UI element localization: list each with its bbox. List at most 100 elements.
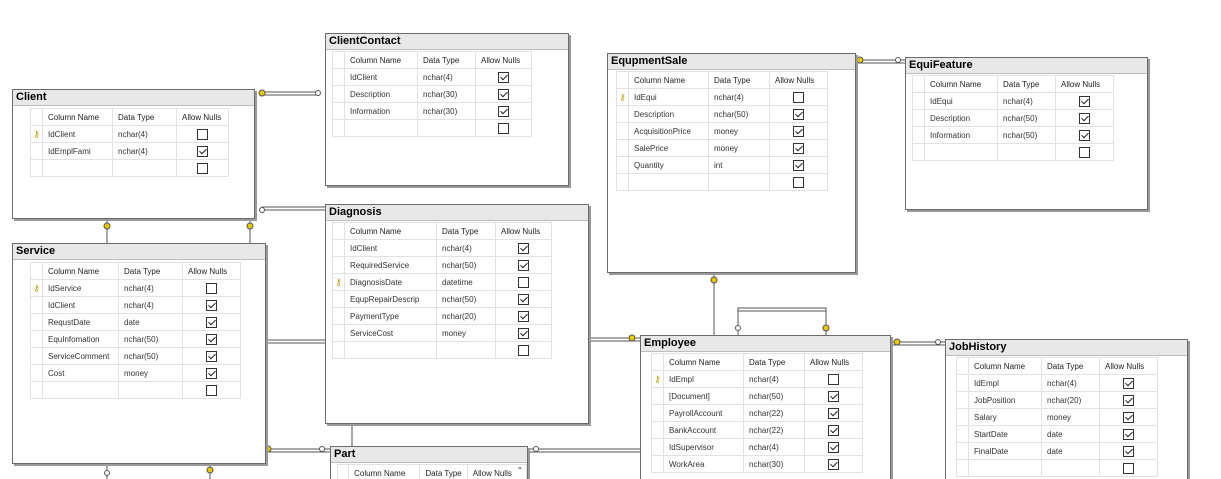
table-row[interactable]: RequstDate date <box>30 313 241 331</box>
table-row[interactable]: IdClient nchar(4) <box>30 296 241 314</box>
data-type[interactable]: nchar(4) <box>118 279 183 297</box>
column-name[interactable]: Information <box>344 102 418 120</box>
column-name[interactable]: ServiceCost <box>344 324 437 342</box>
data-type[interactable] <box>118 381 183 399</box>
allow-nulls-checkbox[interactable] <box>828 390 839 402</box>
column-name[interactable] <box>42 381 119 399</box>
data-type[interactable]: nchar(20) <box>1041 391 1100 409</box>
column-name[interactable] <box>344 119 418 137</box>
column-name[interactable]: Salary <box>968 408 1042 426</box>
data-type[interactable]: nchar(4) <box>112 142 177 160</box>
table-title[interactable]: Service <box>13 244 265 260</box>
allow-nulls-checkbox[interactable] <box>1123 377 1134 389</box>
data-type[interactable] <box>997 143 1056 161</box>
allow-nulls-checkbox[interactable] <box>206 282 217 294</box>
table-row[interactable]: IdSupervisor nchar(4) <box>651 438 863 456</box>
column-name[interactable]: RequstDate <box>42 313 119 331</box>
allow-nulls-checkbox[interactable] <box>197 128 208 140</box>
data-type[interactable]: nchar(4) <box>1041 374 1100 392</box>
allow-nulls-checkbox[interactable] <box>1079 146 1090 158</box>
column-name[interactable]: IdSupervisor <box>663 438 744 456</box>
table-title[interactable]: EqupmentSale <box>608 54 855 70</box>
allow-nulls-checkbox[interactable] <box>518 310 529 322</box>
allow-nulls-checkbox[interactable] <box>1079 129 1090 141</box>
data-type[interactable]: nchar(30) <box>417 102 476 120</box>
table-equipmentsale[interactable]: EqupmentSale Column Name Data Type Allow Nu… <box>607 53 856 273</box>
table-row[interactable]: Description nchar(50) <box>912 109 1114 127</box>
data-type[interactable]: nchar(4) <box>708 88 770 106</box>
allow-nulls-checkbox[interactable] <box>498 105 509 117</box>
data-type[interactable]: money <box>708 139 770 157</box>
data-type[interactable]: nchar(4) <box>743 438 805 456</box>
table-row[interactable]: ⚷ IdClient nchar(4) <box>30 125 229 143</box>
data-type[interactable]: money <box>436 324 496 342</box>
table-row[interactable]: PayrollAccount nchar(22) <box>651 404 863 422</box>
table-row[interactable] <box>332 341 552 359</box>
data-type[interactable]: nchar(22) <box>743 421 805 439</box>
table-row[interactable]: EquInfomation nchar(50) <box>30 330 241 348</box>
data-type[interactable] <box>436 341 496 359</box>
column-grid[interactable]: Column Name Data Type Allow Nulls ⚷ IdClient… <box>30 108 229 177</box>
allow-nulls-checkbox[interactable] <box>1123 428 1134 440</box>
table-diagnosis[interactable]: Diagnosis Column Name Data Type Allow Nulls… <box>325 204 589 424</box>
table-row[interactable]: IdEmpl nchar(4) <box>956 374 1158 392</box>
allow-nulls-checkbox[interactable] <box>793 108 804 120</box>
column-grid[interactable]: Column Name Data Type Allow Nulls ⚷ IdEqui nc… <box>616 71 828 191</box>
table-title[interactable]: ClientContact <box>326 34 568 50</box>
column-name[interactable]: PaymentType <box>344 307 437 325</box>
data-type[interactable]: nchar(4) <box>997 92 1056 110</box>
column-name[interactable] <box>968 459 1042 477</box>
data-type[interactable]: nchar(50) <box>997 109 1056 127</box>
table-row[interactable]: Salary money <box>956 408 1158 426</box>
column-grid[interactable]: Column Name Data Type Allow Nulls ⚷ IdServic… <box>30 262 241 399</box>
column-grid[interactable]: Column Name Data Type Allow Nulls IdEmpl nch… <box>956 357 1158 477</box>
diagram-canvas[interactable]: Client Column Name Data Type Allow Nulls ⚷ Id… <box>0 0 1221 479</box>
allow-nulls-checkbox[interactable] <box>793 91 804 103</box>
table-row[interactable]: ⚷ DiagnosisDate datetime <box>332 273 552 291</box>
table-row[interactable]: BankAccount nchar(22) <box>651 421 863 439</box>
column-name[interactable] <box>344 341 437 359</box>
allow-nulls-checkbox[interactable] <box>828 424 839 436</box>
column-name[interactable]: DiagnosisDate <box>344 273 437 291</box>
column-name[interactable]: Information <box>924 126 998 144</box>
table-row[interactable]: ServiceCost money <box>332 324 552 342</box>
column-name[interactable]: PayrollAccount <box>663 404 744 422</box>
data-type[interactable]: date <box>118 313 183 331</box>
table-row[interactable]: Cost money <box>30 364 241 382</box>
table-client[interactable]: Client Column Name Data Type Allow Nulls ⚷ Id… <box>12 89 255 219</box>
column-name[interactable]: IdClient <box>344 68 418 86</box>
data-type[interactable]: datetime <box>436 273 496 291</box>
table-title[interactable]: Client <box>13 90 254 106</box>
data-type[interactable]: money <box>1041 408 1100 426</box>
table-row[interactable]: Information nchar(30) <box>332 102 532 120</box>
column-name[interactable]: ServiceComment <box>42 347 119 365</box>
column-name[interactable]: IdEqui <box>924 92 998 110</box>
table-row[interactable]: StartDate date <box>956 425 1158 443</box>
column-name[interactable]: Quantity <box>628 156 709 174</box>
allow-nulls-checkbox[interactable] <box>793 125 804 137</box>
allow-nulls-checkbox[interactable] <box>518 293 529 305</box>
data-type[interactable]: money <box>118 364 183 382</box>
column-name[interactable]: IdClient <box>42 296 119 314</box>
allow-nulls-checkbox[interactable] <box>1123 445 1134 457</box>
allow-nulls-checkbox[interactable] <box>518 327 529 339</box>
table-title[interactable]: Diagnosis <box>326 205 588 221</box>
data-type[interactable]: nchar(4) <box>112 125 177 143</box>
data-type[interactable]: nchar(30) <box>743 455 805 473</box>
data-type[interactable]: date <box>1041 425 1100 443</box>
allow-nulls-checkbox[interactable] <box>498 71 509 83</box>
column-name[interactable]: AcquisitionPrice <box>628 122 709 140</box>
table-row[interactable]: SalePrice money <box>616 139 828 157</box>
allow-nulls-checkbox[interactable] <box>518 276 529 288</box>
allow-nulls-checkbox[interactable] <box>206 333 217 345</box>
data-type[interactable]: nchar(4) <box>118 296 183 314</box>
table-row[interactable] <box>30 381 241 399</box>
column-name[interactable]: FinalDate <box>968 442 1042 460</box>
column-name[interactable]: EquInfomation <box>42 330 119 348</box>
column-name[interactable]: IdService <box>42 279 119 297</box>
column-grid[interactable]: Column Name Data Type Allow Nulls IdClient n… <box>332 222 552 359</box>
rel-employee-self[interactable] <box>737 307 827 335</box>
column-grid[interactable]: Column Name Data Type Allow Nulls ⚷ IdEmpl nc… <box>651 353 863 473</box>
table-row[interactable]: IdEmplFami nchar(4) <box>30 142 229 160</box>
table-clientcontact[interactable]: ClientContact Column Name Data Type Allow N… <box>325 33 569 186</box>
